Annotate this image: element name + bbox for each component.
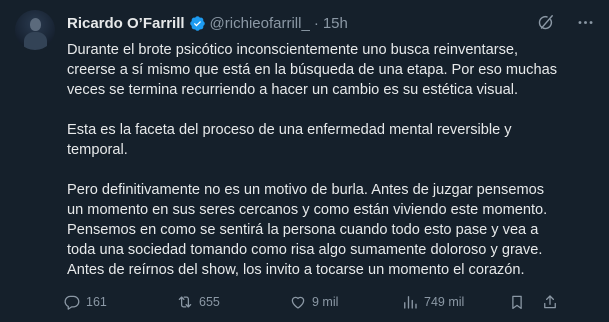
text-line: veces se termina recurriendo a hacer un …: [67, 82, 519, 98]
views-button[interactable]: 749 mil: [401, 292, 464, 312]
text-line: Pensemos en como se sentirá la persona c…: [67, 222, 539, 238]
reply-button[interactable]: 161: [63, 292, 107, 312]
author-name[interactable]: Ricardo O’Farrill: [67, 15, 185, 32]
text-line: toda una sociedad tomando como risa algo…: [67, 242, 543, 258]
like-button[interactable]: 9 mil: [289, 292, 338, 312]
retweet-icon: [178, 296, 192, 308]
avatar-head: [30, 18, 41, 31]
text-line: un momento en sus seres cercanos y como …: [67, 202, 548, 218]
retweet-button[interactable]: 655: [176, 292, 220, 312]
text-line: temporal.: [67, 142, 128, 158]
heart-icon: [291, 296, 305, 309]
more-icon[interactable]: [575, 12, 595, 32]
engagement-bar: 161 655 9 mil 749 mil: [63, 292, 603, 312]
header-separator: ·: [313, 14, 319, 32]
author-handle[interactable]: @richieofarrill_: [210, 15, 310, 32]
verified-badge-icon: [189, 15, 206, 32]
retweet-count: 655: [199, 295, 220, 309]
tweet-timestamp[interactable]: 15h: [323, 15, 348, 32]
tweet-paragraph: Esta es la faceta del proceso de una enf…: [67, 120, 603, 160]
grok-icon[interactable]: [535, 12, 555, 32]
tweet-paragraph: Durante el brote psicótico inconscientem…: [67, 40, 603, 100]
tweet-paragraph: Pero definitivamente no es un motivo de …: [67, 180, 603, 280]
like-count: 9 mil: [312, 295, 339, 309]
text-line: Antes de reírnos del show, los invito a …: [67, 262, 525, 278]
share-icon: [544, 295, 556, 309]
tweet-text: Durante el brote psicótico inconscientem…: [67, 40, 603, 280]
reply-icon: [64, 295, 80, 310]
views-icon: [404, 296, 417, 309]
top-actions: [535, 12, 595, 32]
avatar-body: [24, 32, 47, 50]
share-button[interactable]: [541, 292, 564, 312]
bookmark-icon: [512, 295, 522, 310]
tweet-header: Ricardo O’Farrill @richieofarrill_ · 15h: [67, 13, 348, 33]
text-line: Esta es la faceta del proceso de una enf…: [67, 122, 512, 138]
text-line: creerse a sí mismo que está en la búsque…: [67, 62, 557, 78]
tweet[interactable]: Ricardo O’Farrill @richieofarrill_ · 15h: [0, 0, 609, 322]
text-line: Pero definitivamente no es un motivo de …: [67, 182, 545, 198]
avatar[interactable]: [15, 10, 55, 50]
bookmark-button[interactable]: [508, 292, 531, 312]
reply-count: 161: [86, 295, 107, 309]
text-line: Durante el brote psicótico inconscientem…: [67, 42, 519, 58]
views-count: 749 mil: [424, 295, 465, 309]
